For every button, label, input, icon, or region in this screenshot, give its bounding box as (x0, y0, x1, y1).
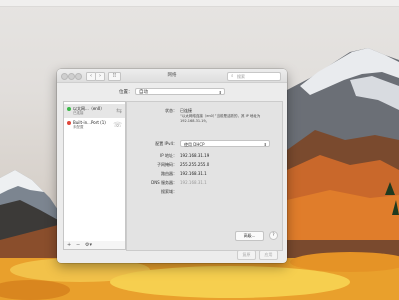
service-item-ethernet[interactable]: 以太网...（en0） 已连接 ⇆ (64, 104, 125, 118)
status-dot-red (67, 121, 71, 125)
service-status: 已连接 (73, 111, 84, 115)
desktop: ‹ › ⠿ 网络 ⌕ 搜索 位置： 自动 ⬍ 以太网...（en0） 已连接 ⇆… (0, 0, 399, 300)
service-list: 以太网...（en0） 已连接 ⇆ Built-in...Port (1) 未配… (63, 101, 126, 243)
service-list-toolbar: + − ⚙▾ (63, 241, 126, 250)
network-preferences-window: ‹ › ⠿ 网络 ⌕ 搜索 位置： 自动 ⬍ 以太网...（en0） 已连接 ⇆… (57, 69, 287, 263)
status-dot-green (67, 107, 71, 111)
service-status: 未配置 (73, 125, 84, 129)
search-field[interactable]: ⌕ 搜索 (227, 72, 281, 81)
advanced-button[interactable]: 高级... (235, 231, 264, 241)
arrows-icon: ⇆ (116, 107, 122, 115)
apply-button[interactable]: 应用 (259, 250, 278, 260)
search-icon: ⌕ (231, 74, 234, 79)
status-description: “以太网络连接（en0）”当前是活跃的，其 IP 地址为 192.168.31.… (180, 114, 261, 123)
configure-ipv4-select[interactable]: 使用 DHCP ⬍ (180, 140, 270, 147)
remove-service-button[interactable]: − (76, 241, 80, 249)
chevron-up-down-icon: ⬍ (218, 90, 222, 95)
router-label: 路由器： (161, 171, 177, 176)
title-bar: ‹ › ⠿ 网络 ⌕ 搜索 (57, 69, 287, 83)
location-select[interactable]: 自动 ⬍ (135, 88, 225, 95)
status-label: 状态： (165, 108, 177, 113)
service-item-builtin-port[interactable]: Built-in...Port (1) 未配置 ☏ (64, 118, 125, 132)
search-domains-label: 搜索域： (161, 189, 177, 194)
ip-address-value: 192.168.31.19 (180, 153, 210, 158)
configure-ipv4-value: 使用 DHCP (184, 142, 205, 147)
dns-server-label: DNS 服务器： (151, 180, 177, 185)
configure-ipv4-label: 配置 IPv4： (155, 141, 177, 146)
location-label: 位置： (119, 90, 133, 95)
action-menu-gear-icon[interactable]: ⚙▾ (85, 241, 92, 249)
service-detail-pane: 状态： 已连接 “以太网络连接（en0）”当前是活跃的，其 IP 地址为 192… (126, 101, 283, 251)
ip-address-label: IP 地址： (160, 153, 177, 158)
dns-server-value: 192.168.31.1 (180, 180, 207, 185)
location-value: 自动 (139, 90, 148, 95)
search-placeholder: 搜索 (237, 74, 245, 79)
subnet-mask-label: 子网掩码： (157, 162, 177, 167)
revert-button[interactable]: 复原 (237, 250, 256, 260)
router-value: 192.168.31.1 (180, 171, 207, 176)
phone-icon: ☏ (113, 121, 122, 129)
subnet-mask-value: 255.255.255.0 (180, 162, 210, 167)
help-button[interactable]: ? (269, 231, 278, 240)
service-name: Built-in...Port (1) (73, 119, 106, 125)
chevron-up-down-icon: ⬍ (263, 142, 267, 147)
add-service-button[interactable]: + (67, 241, 71, 249)
